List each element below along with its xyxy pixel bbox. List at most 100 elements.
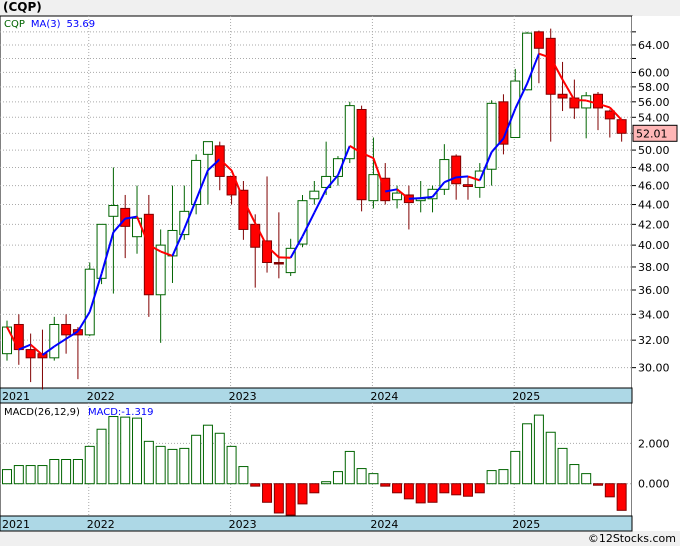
- macd-bar: [569, 464, 580, 485]
- candle-body: [368, 174, 379, 202]
- macd-bar: [72, 459, 83, 485]
- macd-bar: [2, 469, 12, 485]
- macd-bar: [13, 465, 24, 485]
- ma-segment: [408, 197, 421, 200]
- macd-bar: [368, 473, 379, 485]
- year-label: 2025: [512, 390, 540, 403]
- macd-bar: [155, 445, 166, 485]
- macd-bar: [262, 483, 273, 503]
- macd-bar: [273, 483, 284, 514]
- macd-bar: [321, 481, 332, 485]
- chart-widget: (CQP) 30.00 32.00 34.00 36.00 38.00 40.00 42.0…: [0, 0, 680, 546]
- macd-bar: [143, 440, 154, 485]
- macd-bar: [451, 483, 462, 496]
- macd-bar: [167, 448, 178, 485]
- macd-bar: [522, 423, 533, 485]
- macd-bar: [84, 445, 95, 485]
- price-tick-label: 48.00: [638, 161, 670, 174]
- candle-body: [167, 229, 178, 257]
- candle-body: [273, 262, 284, 265]
- year-label: 2023: [229, 390, 257, 403]
- copyright: ©12Stocks.com: [587, 532, 676, 545]
- macd-bar: [557, 447, 568, 485]
- candle-body: [557, 93, 568, 99]
- year-label: 2023: [229, 518, 257, 531]
- macd-bar: [427, 483, 438, 503]
- price-tick-label: 64.00: [638, 39, 670, 52]
- year-label: 2021: [2, 518, 30, 531]
- macd-bar: [332, 471, 343, 485]
- candle-body: [344, 105, 355, 160]
- ma-segment: [456, 175, 469, 179]
- macd-bar: [439, 483, 450, 494]
- macd-bar: [545, 431, 556, 485]
- candle-body: [49, 323, 60, 359]
- candle-body: [13, 323, 24, 351]
- legend-symbol: CQP: [4, 19, 25, 30]
- candle-body: [616, 119, 627, 134]
- price-tick-label: 32.00: [638, 334, 670, 347]
- stock-chart: 30.00 32.00 34.00 36.00 38.00 40.00 42.00 44.00…: [0, 15, 680, 532]
- candle: [297, 194, 308, 248]
- macd-bar: [214, 432, 225, 485]
- price-tick-label: 38.00: [638, 261, 670, 274]
- macd-bar: [593, 483, 603, 486]
- candle-body: [202, 141, 213, 155]
- price-tick-label: 40.00: [638, 239, 670, 252]
- macd-bar: [120, 416, 131, 485]
- price-tick-label: 42.00: [638, 218, 670, 231]
- year-label: 2021: [2, 390, 30, 403]
- price-tick-label: 46.00: [638, 180, 670, 193]
- macd-legend-value: MACD:-1.319: [88, 407, 154, 418]
- macd-bar: [226, 445, 237, 485]
- price-tick-label: 36.00: [638, 284, 670, 297]
- macd-bar: [238, 466, 249, 485]
- candle-body: [108, 204, 119, 217]
- price-tick-label: 54.00: [638, 111, 670, 124]
- price-tick-label: 30.00: [638, 362, 670, 375]
- candle: [356, 105, 367, 212]
- macd-bar: [297, 483, 308, 505]
- year-label: 2022: [87, 390, 115, 403]
- candle-body: [604, 110, 615, 120]
- macd-bar: [285, 483, 296, 516]
- macd-tick-label: 2.000: [638, 437, 670, 450]
- last-price-label: 52.01: [636, 127, 668, 140]
- price-tick-label: 58.00: [638, 81, 670, 94]
- candle-body: [25, 349, 36, 359]
- price-pane: [0, 15, 633, 389]
- macd-bar: [498, 469, 509, 485]
- macd-bar: [380, 483, 391, 487]
- macd-bar: [462, 483, 473, 497]
- macd-bar: [486, 470, 497, 485]
- legend-ma_label: MA(3): [31, 19, 61, 30]
- macd-bar: [132, 417, 143, 485]
- candle-body: [593, 93, 603, 109]
- macd-bar: [616, 483, 627, 511]
- price-tick-label: 44.00: [638, 199, 670, 212]
- macd-bar: [25, 465, 36, 485]
- macd-bar: [474, 483, 485, 494]
- price-tick-label: 56.00: [638, 96, 670, 109]
- macd-bar: [415, 483, 426, 504]
- macd-legend-label: MACD(26,12,9): [4, 407, 80, 418]
- macd-bar: [96, 428, 107, 485]
- macd-bar: [191, 434, 202, 485]
- macd-bar: [356, 468, 367, 485]
- macd-bar: [309, 483, 320, 494]
- macd-tick-label: 0.000: [638, 478, 670, 491]
- macd-bar: [202, 424, 213, 485]
- price-tick-label: 50.00: [638, 144, 670, 157]
- macd-bar: [604, 483, 615, 498]
- macd-bar: [49, 459, 60, 485]
- price-tick-label: 34.00: [638, 308, 670, 321]
- macd-bar: [392, 483, 403, 494]
- macd-bar: [61, 459, 72, 485]
- macd-bar: [581, 473, 592, 485]
- ma-segment: [420, 195, 433, 200]
- candle-body: [462, 184, 473, 188]
- candle-body: [392, 192, 403, 201]
- macd-bar: [344, 450, 355, 485]
- year-label: 2024: [370, 390, 398, 403]
- candle-body: [132, 217, 143, 238]
